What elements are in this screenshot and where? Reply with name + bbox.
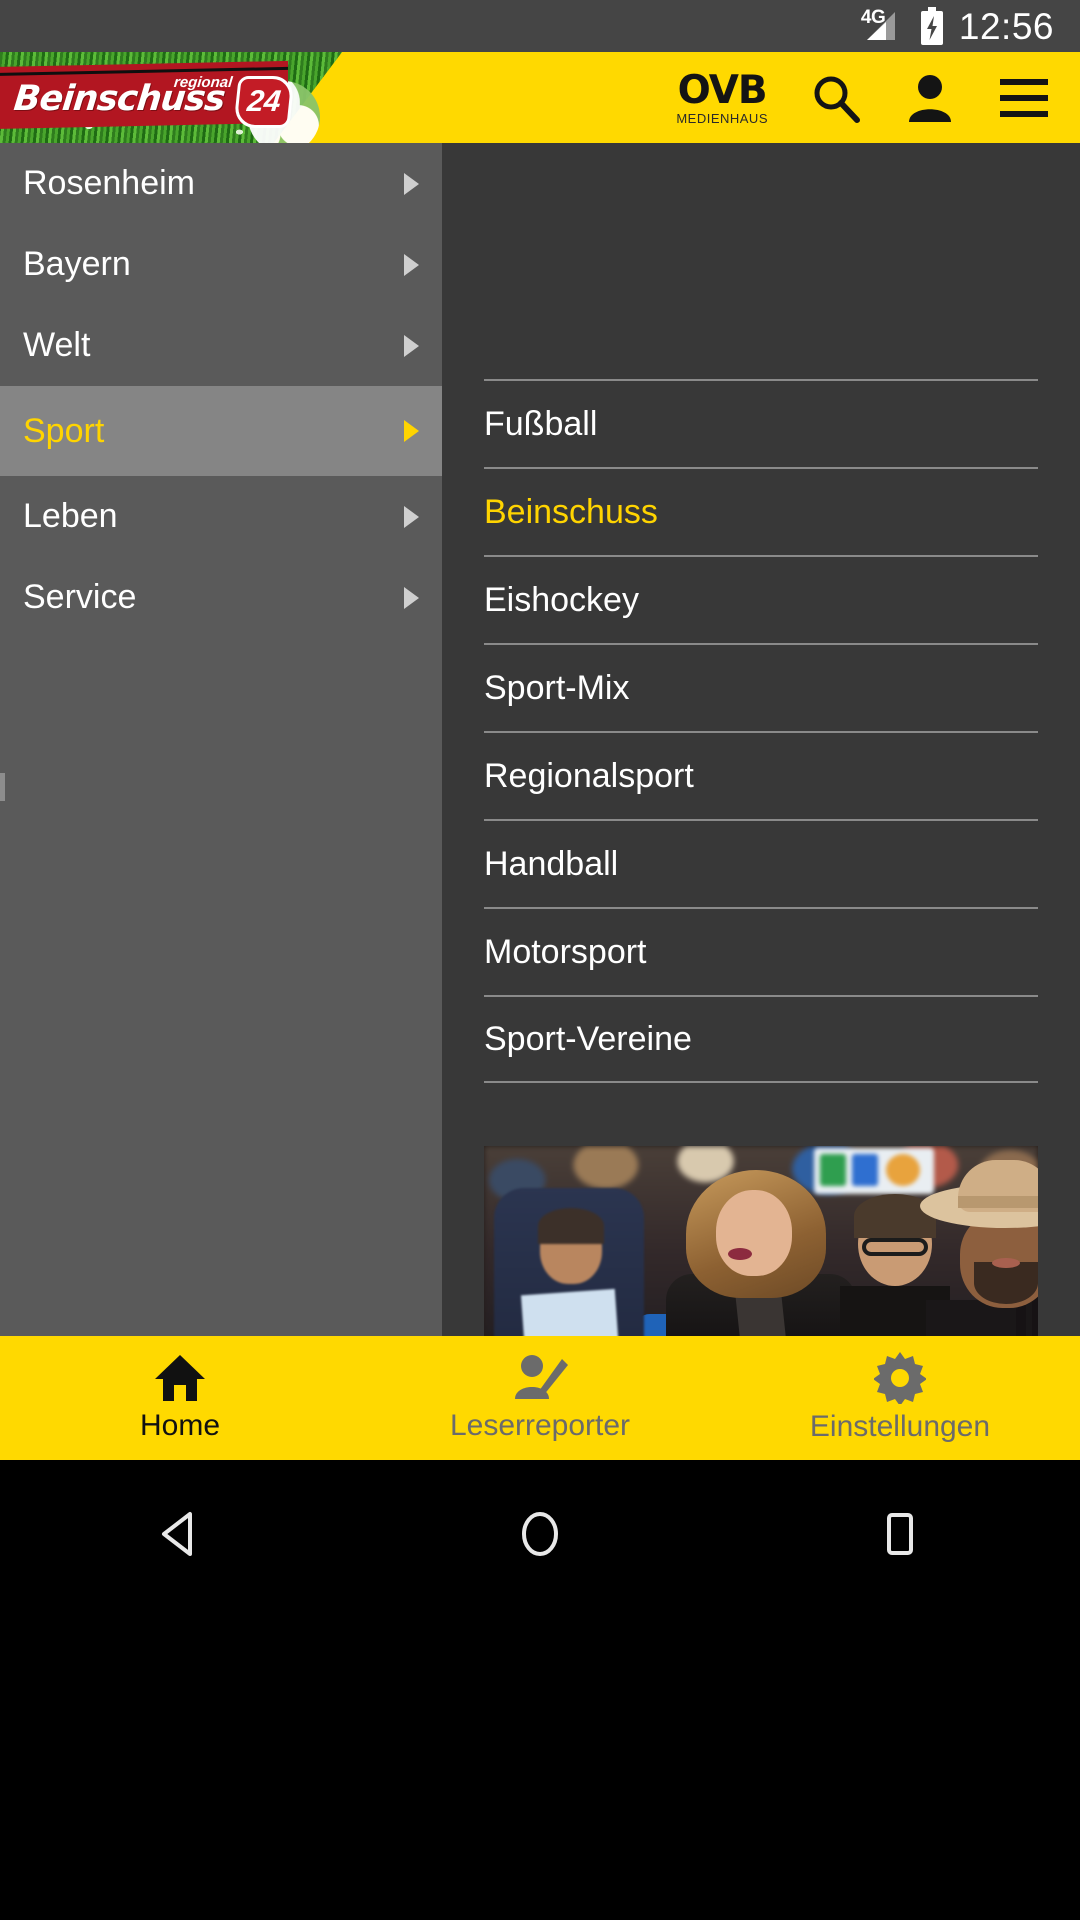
gear-icon bbox=[874, 1352, 926, 1404]
submenu-item-label: Sport-Vereine bbox=[484, 1019, 692, 1058]
drawer-item-service[interactable]: Service bbox=[0, 557, 442, 638]
drawer-scroll-indicator bbox=[0, 773, 5, 801]
reporter-person-pencil-icon bbox=[515, 1355, 568, 1399]
submenu-item-label: Regionalsport bbox=[484, 756, 694, 795]
drawer-item-leben[interactable]: Leben bbox=[0, 476, 442, 557]
recents-button[interactable] bbox=[840, 1506, 960, 1562]
navigation-drawer[interactable]: Rosenheim Bayern Welt Sport Leben Servic… bbox=[0, 143, 442, 1336]
drawer-item-label: Service bbox=[23, 578, 137, 616]
chevron-right-icon bbox=[404, 586, 419, 609]
battery-charging-icon bbox=[920, 7, 943, 45]
chevron-right-icon bbox=[404, 172, 419, 195]
submenu-item-label: Sport-Mix bbox=[484, 668, 630, 707]
app-screen: 4G 12:56 Beinschuss regional 24 OVB MEDI… bbox=[0, 0, 1080, 1920]
clock-label: 12:56 bbox=[958, 5, 1054, 47]
home-button[interactable] bbox=[480, 1506, 600, 1562]
user-icon[interactable] bbox=[904, 72, 956, 124]
drawer-item-label: Welt bbox=[23, 326, 91, 364]
tab-label: Home bbox=[139, 1409, 221, 1442]
submenu-item-label: Motorsport bbox=[484, 932, 647, 971]
submenu-item-label: Fußball bbox=[484, 404, 598, 443]
logo-badge-24: 24 bbox=[233, 76, 295, 128]
ovb-name: OVB bbox=[677, 67, 768, 113]
submenu-item-sport-mix[interactable]: Sport-Mix bbox=[484, 643, 1038, 731]
circle-home-icon bbox=[522, 1512, 558, 1556]
ovb-medienhaus-logo[interactable]: OVB MEDIENHAUS bbox=[676, 71, 768, 125]
tab-einstellungen[interactable]: Einstellungen bbox=[720, 1336, 1080, 1460]
submenu-item-eishockey[interactable]: Eishockey bbox=[484, 555, 1038, 643]
chevron-right-icon bbox=[404, 334, 419, 357]
teaser-photo[interactable] bbox=[484, 1146, 1038, 1336]
submenu-item-regionalsport[interactable]: Regionalsport bbox=[484, 731, 1038, 819]
man-with-hat bbox=[920, 1160, 1038, 1336]
bottom-tab-bar[interactable]: Home Leserreporter Einstellungen bbox=[0, 1336, 1080, 1460]
submenu-item-motorsport[interactable]: Motorsport bbox=[484, 907, 1038, 995]
ovb-subtitle: MEDIENHAUS bbox=[676, 110, 768, 126]
tab-label: Einstellungen bbox=[809, 1410, 991, 1443]
home-icon bbox=[155, 1355, 205, 1401]
drawer-item-label: Bayern bbox=[23, 245, 131, 283]
tab-leserreporter[interactable]: Leserreporter bbox=[360, 1336, 720, 1460]
chevron-right-icon bbox=[404, 420, 419, 442]
drawer-item-rosenheim[interactable]: Rosenheim bbox=[0, 143, 442, 224]
submenu-item-beinschuss[interactable]: Beinschuss bbox=[484, 467, 1038, 555]
submenu-item-fussball[interactable]: Fußball bbox=[484, 379, 1038, 467]
drawer-item-label: Rosenheim bbox=[23, 164, 195, 202]
search-icon[interactable] bbox=[810, 72, 862, 124]
android-nav-bar[interactable] bbox=[0, 1460, 1080, 1920]
android-status-bar: 4G 12:56 bbox=[0, 0, 1080, 52]
submenu-list[interactable]: Fußball Beinschuss Eishockey Sport-Mix R… bbox=[484, 379, 1038, 1083]
app-header: Beinschuss regional 24 OVB MEDIENHAUS bbox=[0, 52, 1080, 143]
back-button[interactable] bbox=[120, 1506, 240, 1562]
square-recents-icon bbox=[887, 1513, 913, 1555]
triangle-back-icon bbox=[162, 1512, 192, 1556]
signal-bars-icon: 4G bbox=[860, 7, 905, 43]
submenu-item-label: Beinschuss bbox=[484, 492, 658, 531]
network-type-label: 4G bbox=[860, 7, 886, 28]
tab-label: Leserreporter bbox=[449, 1409, 631, 1442]
tab-home[interactable]: Home bbox=[0, 1336, 360, 1460]
submenu-item-label: Eishockey bbox=[484, 580, 639, 619]
spectator-left bbox=[494, 1188, 644, 1336]
submenu-panel[interactable]: Fußball Beinschuss Eishockey Sport-Mix R… bbox=[442, 143, 1080, 1336]
drawer-item-sport[interactable]: Sport bbox=[0, 386, 442, 476]
submenu-item-label: Handball bbox=[484, 844, 619, 883]
drawer-item-label: Leben bbox=[23, 497, 118, 535]
submenu-item-handball[interactable]: Handball bbox=[484, 819, 1038, 907]
chevron-right-icon bbox=[404, 253, 419, 276]
beinschuss24-logo[interactable]: Beinschuss regional 24 bbox=[0, 52, 342, 143]
drawer-item-bayern[interactable]: Bayern bbox=[0, 224, 442, 305]
chevron-right-icon bbox=[404, 505, 419, 528]
hamburger-menu-icon[interactable] bbox=[998, 75, 1050, 121]
drawer-item-welt[interactable]: Welt bbox=[0, 305, 442, 386]
logo-tagline: regional bbox=[173, 74, 234, 91]
submenu-item-sport-vereine[interactable]: Sport-Vereine bbox=[484, 995, 1038, 1083]
woman-in-leather-jacket bbox=[666, 1170, 856, 1336]
drawer-item-label: Sport bbox=[23, 411, 105, 450]
